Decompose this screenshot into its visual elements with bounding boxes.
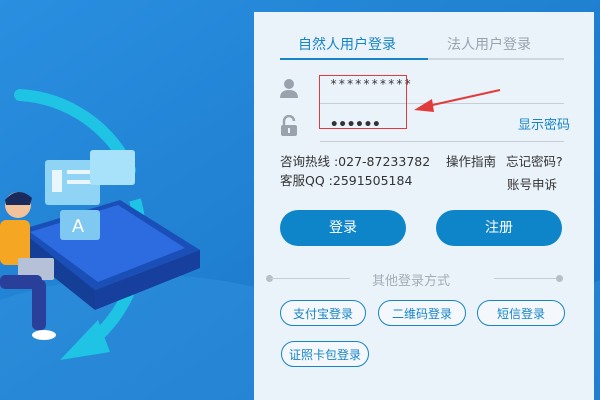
lock-icon bbox=[281, 115, 297, 136]
annotation-highlight-box bbox=[319, 75, 407, 129]
svg-text:A: A bbox=[72, 216, 84, 236]
show-password-link[interactable]: 显示密码 bbox=[518, 114, 570, 133]
password-underline bbox=[320, 141, 564, 142]
login-panel: 自然人用户登录 法人用户登录 ********** •••••• 显示密码 咨询… bbox=[254, 12, 594, 400]
other-login-title: 其他登录方式 bbox=[372, 274, 451, 289]
register-button[interactable]: 注册 bbox=[436, 210, 562, 246]
forgot-password-link[interactable]: 忘记密码? bbox=[506, 151, 563, 170]
tab-natural-person[interactable]: 自然人用户登录 bbox=[298, 34, 396, 54]
sms-login-button[interactable]: 短信登录 bbox=[477, 300, 565, 326]
user-icon bbox=[280, 79, 298, 98]
hotline-text: 咨询热线 :027-87233782 bbox=[280, 154, 431, 169]
account-appeal-link[interactable]: 账号申诉 bbox=[507, 174, 557, 193]
divider-line-right bbox=[494, 278, 560, 279]
guide-link[interactable]: 操作指南 bbox=[446, 151, 496, 170]
qq-text: 客服QQ :2591505184 bbox=[280, 173, 413, 188]
divider-dot-right bbox=[556, 275, 563, 282]
qr-login-button[interactable]: 二维码登录 bbox=[378, 300, 466, 326]
alipay-login-button[interactable]: 支付宝登录 bbox=[280, 300, 366, 326]
tab-legal-person[interactable]: 法人用户登录 bbox=[447, 34, 531, 54]
cert-wallet-login-button[interactable]: 证照卡包登录 bbox=[281, 341, 369, 367]
active-tab-indicator bbox=[280, 58, 428, 60]
divider-line-left bbox=[270, 278, 350, 279]
login-button[interactable]: 登录 bbox=[280, 210, 406, 246]
